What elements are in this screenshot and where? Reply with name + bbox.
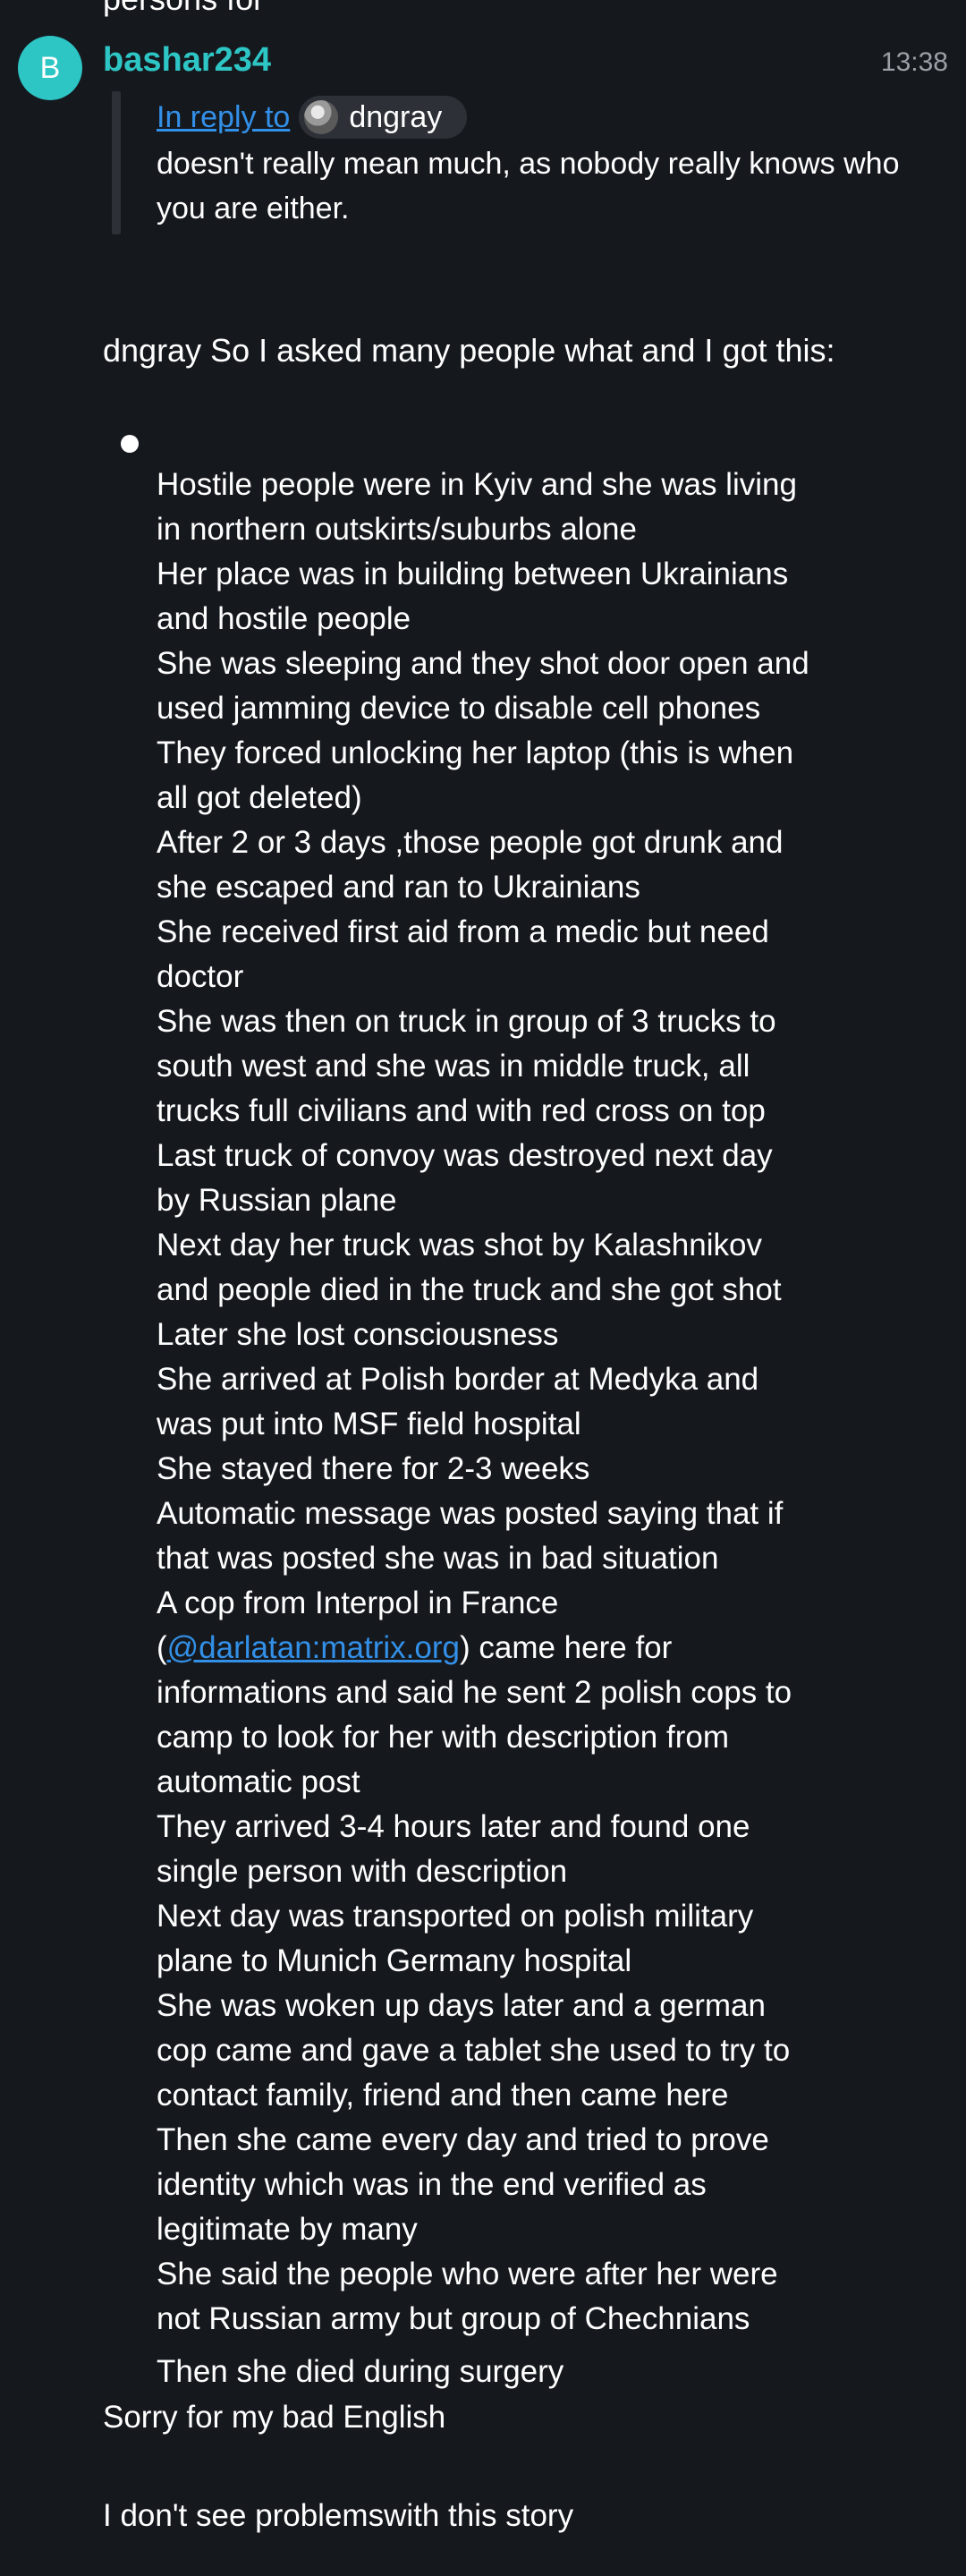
- list-item: She arrived at Polish border at Medyka a…: [157, 1362, 759, 1441]
- user-pill[interactable]: dngray: [299, 96, 468, 139]
- list-item: She received first aid from a medic but …: [157, 914, 769, 994]
- chat-timeline: persons for B bashar234 13:38 In reply t…: [0, 0, 966, 2576]
- user-avatar-icon: [304, 100, 339, 134]
- in-reply-to-link[interactable]: In reply to: [157, 95, 290, 140]
- list-item: Next day her truck was shot by Kalashnik…: [157, 1228, 782, 1307]
- avatar-letter: B: [39, 50, 61, 85]
- story-list: Hostile people were in Kyiv and she was …: [157, 463, 809, 2342]
- list-item: Then she came every day and tried to pro…: [157, 2122, 769, 2247]
- user-mention-link[interactable]: @darlatan:matrix.org: [167, 1630, 460, 1665]
- quote-bar: [112, 91, 121, 234]
- list-item: She was sleeping and they shot door open…: [157, 646, 809, 726]
- avatar[interactable]: B: [18, 36, 82, 100]
- user-pill-name: dngray: [349, 99, 443, 134]
- list-item: She was woken up days later and a german…: [157, 1988, 791, 2113]
- quoted-text: doesn't really mean much, as nobody real…: [157, 147, 900, 225]
- sender-name[interactable]: bashar234: [103, 38, 271, 82]
- list-item: After 2 or 3 days ,those people got drun…: [157, 825, 784, 905]
- list-item: Later she lost consciousness: [157, 1317, 559, 1352]
- list-item: She stayed there for 2-3 weeks: [157, 1451, 590, 1486]
- list-item: They arrived 3-4 hours later and found o…: [157, 1809, 750, 1889]
- list-item-interpol: A cop from Interpol in France (@darlatan…: [157, 1581, 809, 1805]
- list-item: She said the people who were after her w…: [157, 2257, 778, 2336]
- apology-line: Sorry for my bad English: [103, 2400, 446, 2435]
- list-item: Her place was in building between Ukrain…: [157, 557, 789, 636]
- reply-header: In reply to dngray: [157, 95, 468, 140]
- previous-message-fragment: persons for: [103, 0, 264, 21]
- list-item: Automatic message was posted saying that…: [157, 1496, 784, 1576]
- list-item: Next day was transported on polish milit…: [157, 1899, 754, 1978]
- followup-message: I don't see problemswith this story: [103, 2498, 574, 2533]
- story-ending: Then she died during surgery: [157, 2354, 564, 2389]
- message-intro: dngray So I asked many people what and I…: [103, 332, 835, 369]
- message-timestamp: 13:38: [880, 47, 948, 77]
- bullet-marker: [121, 435, 139, 453]
- list-item: They forced unlocking her laptop (this i…: [157, 735, 794, 815]
- list-item: Hostile people were in Kyiv and she was …: [157, 467, 797, 547]
- list-item: Last truck of convoy was destroyed next …: [157, 1138, 773, 1218]
- list-item: She was then on truck in group of 3 truc…: [157, 1004, 776, 1128]
